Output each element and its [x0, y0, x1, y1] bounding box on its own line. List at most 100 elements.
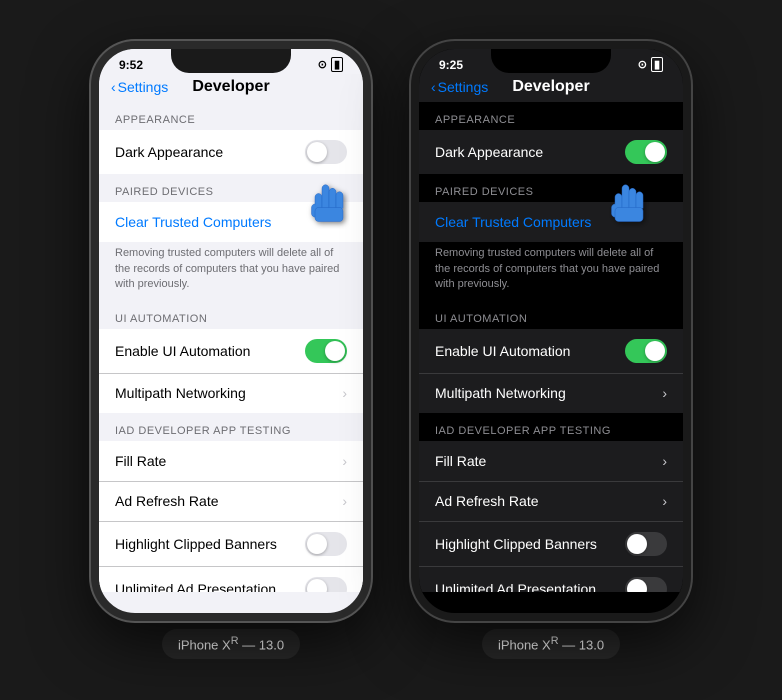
list-item[interactable]: Ad Refresh Rate ›: [99, 481, 363, 521]
scroll-content: APPEARANCE Dark Appearance PAIRED DEVICES C…: [419, 102, 683, 592]
toggle-knob: [307, 534, 327, 554]
section-header-0: APPEARANCE: [99, 102, 363, 130]
section-header-2: UI AUTOMATION: [419, 301, 683, 329]
phone-notch: [171, 49, 291, 73]
section-header-1: PAIRED DEVICES: [419, 174, 683, 202]
section-header-0: APPEARANCE: [419, 102, 683, 130]
list-item[interactable]: Dark Appearance: [419, 130, 683, 174]
toggle-knob: [645, 341, 665, 361]
section-body-2: Enable UI Automation Multipath Networking…: [419, 329, 683, 413]
row-label: Clear Trusted Computers: [115, 214, 271, 230]
toggle-switch[interactable]: [625, 577, 667, 593]
section-header-3: IAD DEVELOPER APP TESTING: [419, 413, 683, 441]
chevron-right-icon: ›: [342, 453, 347, 469]
phone-dark: 9:25 ⊙ ▮ ‹Settings Developer APPEARANCE Dar…: [411, 41, 691, 621]
nav-title: Developer: [512, 78, 589, 96]
section-body-0: Dark Appearance: [419, 130, 683, 174]
row-label: Unlimited Ad Presentation: [115, 581, 276, 593]
status-time: 9:25: [439, 58, 463, 72]
nav-back-button[interactable]: ‹Settings: [431, 79, 488, 95]
phone-device-label: iPhone XR — 13.0: [162, 629, 300, 658]
section-header-3: IAD DEVELOPER APP TESTING: [99, 413, 363, 441]
list-item[interactable]: Multipath Networking ›: [419, 373, 683, 413]
status-icons: ⊙ ▮: [638, 57, 663, 72]
section-body-3: Fill Rate › Ad Refresh Rate › Highlight Clip…: [419, 441, 683, 593]
chevron-right-icon: ›: [342, 493, 347, 509]
chevron-right-icon: ›: [662, 385, 667, 401]
phone-wrapper-light: 9:52 ⊙ ▮ ‹Settings Developer APPEARANCE Dar…: [91, 41, 371, 658]
phone-model-sub: R: [231, 635, 239, 647]
toggle-knob: [627, 534, 647, 554]
nav-bar: ‹Settings Developer: [99, 74, 363, 102]
row-label: Unlimited Ad Presentation: [435, 581, 596, 593]
row-label: Ad Refresh Rate: [115, 493, 219, 509]
phone-device-label: iPhone XR — 13.0: [482, 629, 620, 658]
toggle-knob: [307, 579, 327, 593]
section-header-1: PAIRED DEVICES: [99, 174, 363, 202]
chevron-right-icon: ›: [662, 493, 667, 509]
chevron-left-icon: ‹: [111, 79, 116, 95]
status-time: 9:52: [119, 58, 143, 72]
row-label: Enable UI Automation: [115, 343, 250, 359]
list-item[interactable]: Highlight Clipped Banners: [419, 521, 683, 566]
row-label: Multipath Networking: [115, 385, 246, 401]
toggle-switch[interactable]: [305, 577, 347, 593]
section-body-2: Enable UI Automation Multipath Networking…: [99, 329, 363, 413]
list-item[interactable]: Enable UI Automation: [99, 329, 363, 373]
nav-title: Developer: [192, 78, 269, 96]
row-label: Multipath Networking: [435, 385, 566, 401]
scroll-content: APPEARANCE Dark Appearance PAIRED DEVICES C…: [99, 102, 363, 592]
phone-light: 9:52 ⊙ ▮ ‹Settings Developer APPEARANCE Dar…: [91, 41, 371, 621]
toggle-knob: [645, 142, 665, 162]
toggle-switch[interactable]: [625, 339, 667, 363]
phone-model-sub: R: [551, 635, 559, 647]
list-item[interactable]: Clear Trusted Computers: [419, 202, 683, 242]
section-body-0: Dark Appearance: [99, 130, 363, 174]
section-body-1: Clear Trusted Computers: [419, 202, 683, 242]
toggle-switch[interactable]: [625, 532, 667, 556]
section-header-2: UI AUTOMATION: [99, 301, 363, 329]
toggle-switch[interactable]: [305, 140, 347, 164]
chevron-right-icon: ›: [662, 453, 667, 469]
row-label: Highlight Clipped Banners: [435, 536, 597, 552]
list-item[interactable]: Unlimited Ad Presentation: [419, 566, 683, 593]
back-label: Settings: [438, 79, 489, 95]
phone-wrapper-dark: 9:25 ⊙ ▮ ‹Settings Developer APPEARANCE Dar…: [411, 41, 691, 658]
list-item[interactable]: Unlimited Ad Presentation: [99, 566, 363, 593]
list-item[interactable]: Highlight Clipped Banners: [99, 521, 363, 566]
section-description: Removing trusted computers will delete a…: [419, 242, 683, 300]
section-body-3: Fill Rate › Ad Refresh Rate › Highlight Clip…: [99, 441, 363, 593]
row-label: Fill Rate: [115, 453, 166, 469]
list-item[interactable]: Enable UI Automation: [419, 329, 683, 373]
row-label: Fill Rate: [435, 453, 486, 469]
nav-back-button[interactable]: ‹Settings: [111, 79, 168, 95]
chevron-left-icon: ‹: [431, 79, 436, 95]
list-item[interactable]: Clear Trusted Computers: [99, 202, 363, 242]
row-label: Dark Appearance: [435, 144, 543, 160]
back-label: Settings: [118, 79, 169, 95]
phone-notch: [491, 49, 611, 73]
row-label: Ad Refresh Rate: [435, 493, 539, 509]
battery-icon: ▮: [331, 57, 343, 72]
toggle-switch[interactable]: [305, 339, 347, 363]
status-icons: ⊙ ▮: [318, 57, 343, 72]
list-item[interactable]: Fill Rate ›: [99, 441, 363, 481]
toggle-switch[interactable]: [625, 140, 667, 164]
section-body-1: Clear Trusted Computers: [99, 202, 363, 242]
list-item[interactable]: Ad Refresh Rate ›: [419, 481, 683, 521]
wifi-icon: ⊙: [318, 58, 327, 71]
list-item[interactable]: Fill Rate ›: [419, 441, 683, 481]
toggle-knob: [307, 142, 327, 162]
toggle-knob: [325, 341, 345, 361]
section-description: Removing trusted computers will delete a…: [99, 242, 363, 300]
wifi-icon: ⊙: [638, 58, 647, 71]
list-item[interactable]: Multipath Networking›: [99, 373, 363, 413]
toggle-switch[interactable]: [305, 532, 347, 556]
row-label: Clear Trusted Computers: [435, 214, 591, 230]
nav-bar: ‹Settings Developer: [419, 74, 683, 102]
row-label: Highlight Clipped Banners: [115, 536, 277, 552]
list-item[interactable]: Dark Appearance: [99, 130, 363, 174]
row-label: Enable UI Automation: [435, 343, 570, 359]
row-label: Dark Appearance: [115, 144, 223, 160]
toggle-knob: [627, 579, 647, 593]
